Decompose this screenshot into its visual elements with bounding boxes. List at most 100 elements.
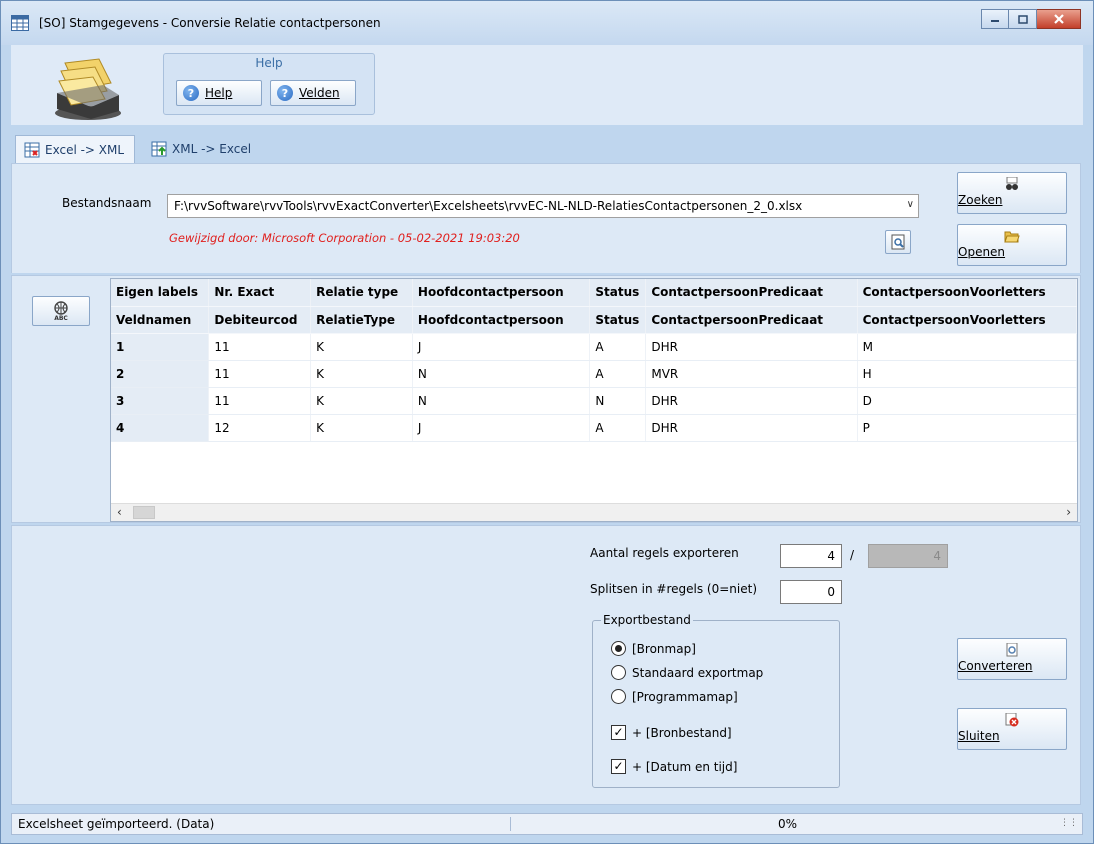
chevron-left-icon[interactable]: ‹	[117, 505, 122, 519]
minimize-button[interactable]	[981, 9, 1009, 29]
table-cell[interactable]: J	[412, 414, 591, 442]
maximize-icon	[1017, 14, 1028, 24]
rows-export-label: Aantal regels exporteren	[590, 546, 739, 560]
header-cell[interactable]: ContactpersoonPredicaat	[645, 279, 858, 307]
chevron-down-icon[interactable]: ∨	[907, 199, 914, 210]
close-dialog-button[interactable]: Sluiten	[957, 708, 1067, 750]
table-cell[interactable]: MVR	[645, 360, 858, 388]
radio-label: [Programmamap]	[632, 689, 738, 704]
table-cell[interactable]: N	[412, 360, 591, 388]
convert-button[interactable]: Converteren	[957, 638, 1067, 680]
row-number[interactable]: 2	[111, 360, 210, 388]
table-row[interactable]: 3 11 K N N DHR D	[111, 387, 1077, 415]
table-cell[interactable]: DHR	[645, 387, 858, 415]
preview-button[interactable]	[885, 230, 911, 254]
table-cell[interactable]: DHR	[645, 414, 858, 442]
help-group: Help ? Help ? Velden	[163, 53, 375, 115]
field-names-row: Veldnamen Debiteurcod RelatieType Hoofdc…	[111, 306, 1077, 334]
radio-unselected-icon[interactable]	[611, 665, 626, 680]
close-button[interactable]	[1037, 9, 1081, 29]
resize-grip-icon[interactable]: ⋮⋮	[1060, 818, 1078, 828]
header-cell[interactable]: ContactpersoonVoorletters	[857, 279, 1077, 307]
table-row[interactable]: 1 11 K J A DHR M	[111, 333, 1077, 361]
table-cell[interactable]: K	[310, 414, 413, 442]
radio-selected-icon[interactable]	[611, 641, 626, 656]
checkbox-checked-icon[interactable]: ✓	[611, 725, 626, 740]
field-name-cell[interactable]: Veldnamen	[111, 306, 210, 334]
tab-xml-to-excel[interactable]: XML -> Excel	[143, 135, 267, 163]
row-number[interactable]: 4	[111, 414, 210, 442]
maximize-button[interactable]	[1009, 9, 1037, 29]
field-labels-button[interactable]: ABC	[32, 296, 90, 326]
data-grid[interactable]: Eigen labels Nr. Exact Relatie type Hoof…	[110, 278, 1078, 522]
filename-value: F:\rvvSoftware\rvvTools\rvvExactConverte…	[174, 199, 803, 213]
header-cell[interactable]: Hoofdcontactpersoon	[412, 279, 591, 307]
row-number[interactable]: 1	[111, 333, 210, 361]
progress-text: 0%	[778, 817, 798, 831]
export-panel: Aantal regels exporteren 4 / 4 Splitsen …	[11, 525, 1081, 805]
horizontal-scrollbar[interactable]: ‹ ›	[111, 503, 1077, 521]
close-icon	[1053, 14, 1064, 24]
field-name-cell[interactable]: Status	[589, 306, 647, 334]
table-cell[interactable]: N	[412, 387, 591, 415]
help-button-label: Help	[205, 86, 233, 100]
table-cell[interactable]: 11	[208, 387, 312, 415]
field-name-cell[interactable]: Hoofdcontactpersoon	[412, 306, 591, 334]
status-separator	[510, 817, 511, 831]
header-cell[interactable]: Nr. Exact	[208, 279, 312, 307]
row-number[interactable]: 3	[111, 387, 210, 415]
table-cell[interactable]: 12	[208, 414, 312, 442]
svg-text:ABC: ABC	[54, 315, 68, 321]
tab-excel-to-xml[interactable]: Excel -> XML	[15, 135, 135, 163]
filename-label: Bestandsnaam	[62, 196, 152, 210]
table-cell[interactable]: K	[310, 387, 413, 415]
fields-button[interactable]: ? Velden	[270, 80, 356, 106]
rows-export-input[interactable]: 4	[780, 544, 842, 568]
radio-label: [Bronmap]	[632, 641, 696, 656]
radio-standaard-exportmap[interactable]: Standaard exportmap	[611, 665, 763, 680]
table-row[interactable]: 2 11 K N A MVR H	[111, 360, 1077, 388]
table-cell[interactable]: P	[857, 414, 1077, 442]
convert-button-label: Converteren	[958, 659, 1033, 673]
table-cell[interactable]: K	[310, 360, 413, 388]
field-name-cell[interactable]: ContactpersoonPredicaat	[645, 306, 858, 334]
radio-unselected-icon[interactable]	[611, 689, 626, 704]
table-row[interactable]: 4 12 K J A DHR P	[111, 414, 1077, 442]
field-name-cell[interactable]: ContactpersoonVoorletters	[857, 306, 1077, 334]
table-cell[interactable]: DHR	[645, 333, 858, 361]
table-cell[interactable]: K	[310, 333, 413, 361]
split-rows-input[interactable]: 0	[780, 580, 842, 604]
field-name-cell[interactable]: RelatieType	[310, 306, 413, 334]
checkbox-bronbestand[interactable]: ✓ + [Bronbestand]	[611, 725, 732, 740]
radio-programmamap[interactable]: [Programmamap]	[611, 689, 738, 704]
header-cell[interactable]: Eigen labels	[111, 279, 210, 307]
help-button[interactable]: ? Help	[176, 80, 262, 106]
checkbox-label: + [Bronbestand]	[632, 725, 732, 740]
table-cell[interactable]: A	[589, 414, 647, 442]
folder-open-icon	[1004, 231, 1020, 243]
table-cell[interactable]: 11	[208, 360, 312, 388]
table-cell[interactable]: H	[857, 360, 1077, 388]
table-cell[interactable]: M	[857, 333, 1077, 361]
table-cell[interactable]: D	[857, 387, 1077, 415]
header-cell[interactable]: Status	[589, 279, 647, 307]
checkbox-datum-en-tijd[interactable]: ✓ + [Datum en tijd]	[611, 759, 737, 774]
header-cell[interactable]: Relatie type	[310, 279, 413, 307]
table-cell[interactable]: A	[589, 360, 647, 388]
fields-button-label: Velden	[299, 86, 340, 100]
open-button[interactable]: Openen	[957, 224, 1067, 266]
checkbox-checked-icon[interactable]: ✓	[611, 759, 626, 774]
table-cell[interactable]: A	[589, 333, 647, 361]
scrollbar-thumb[interactable]	[133, 506, 155, 519]
table-cell[interactable]: 11	[208, 333, 312, 361]
chevron-right-icon[interactable]: ›	[1066, 505, 1071, 519]
radio-bronmap[interactable]: [Bronmap]	[611, 641, 696, 656]
question-icon: ?	[277, 85, 293, 101]
title-bar[interactable]: [SO] Stamgegevens - Conversie Relatie co…	[1, 1, 1093, 45]
filename-combobox[interactable]: F:\rvvSoftware\rvvTools\rvvExactConverte…	[167, 194, 919, 218]
search-button[interactable]: Zoeken	[957, 172, 1067, 214]
question-icon: ?	[183, 85, 199, 101]
table-cell[interactable]: N	[589, 387, 647, 415]
field-name-cell[interactable]: Debiteurcod	[208, 306, 312, 334]
table-cell[interactable]: J	[412, 333, 591, 361]
